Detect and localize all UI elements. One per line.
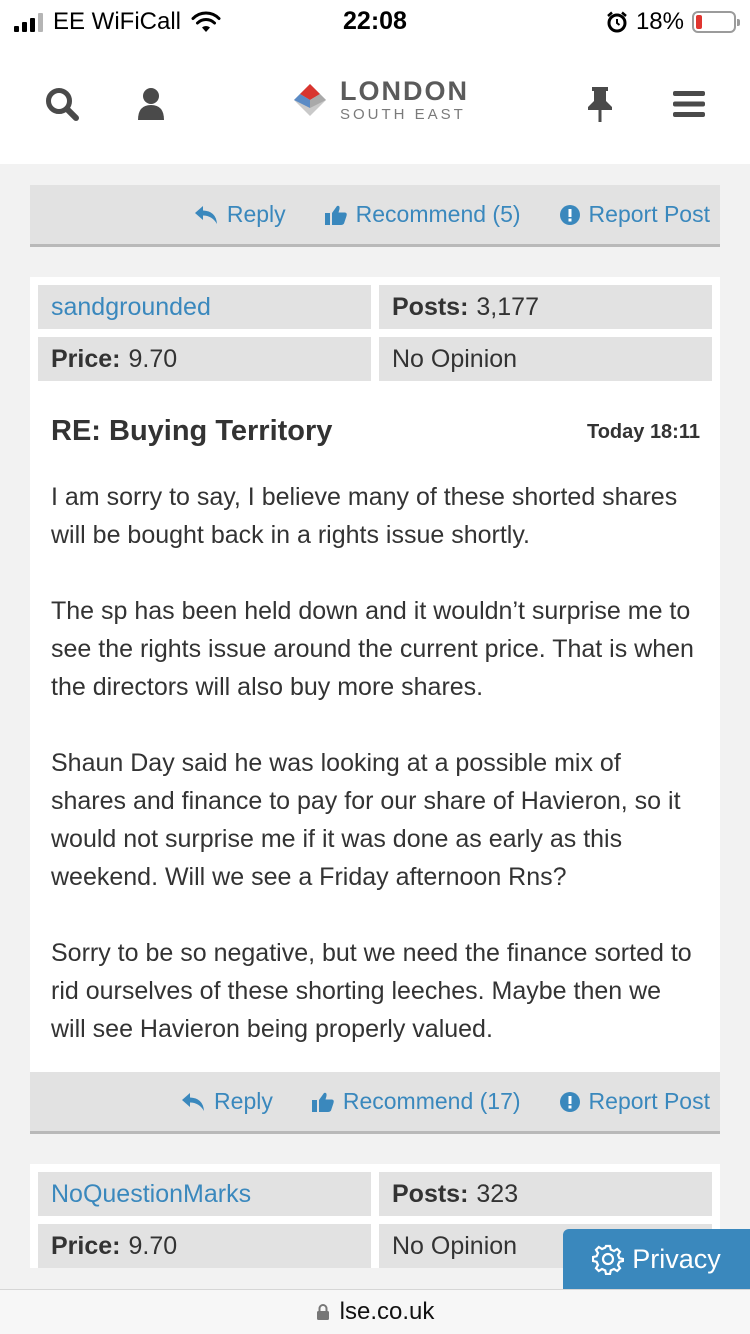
posts-value: 323 [476,1179,519,1208]
posts-label: Posts: [392,292,469,321]
battery-percent: 18% [635,8,684,35]
recommend-label: Recommend (5) [355,201,521,227]
report-post-label: Report Post [588,1088,710,1114]
alert-icon [559,204,580,225]
post-meta: sandgrounded Posts: 3,177 Price: 9.70 No… [38,285,712,381]
post-actions-bar: Reply Recommend (5) Report Post [30,185,720,247]
browser-url-bar[interactable]: lse.co.uk [0,1289,750,1334]
post-body: I am sorry to say, I believe many of the… [38,448,712,1072]
reply-icon [194,205,217,224]
lock-icon [316,1304,329,1320]
recommend-button[interactable]: Recommend (5) [324,201,521,228]
logo-title: LONDON [340,76,469,106]
pin-icon[interactable] [576,80,624,128]
recommend-button[interactable]: Recommend (17) [311,1088,521,1115]
reply-label: Reply [226,201,286,227]
reply-label: Reply [214,1088,273,1114]
post-title: RE: Buying Territory [51,415,333,447]
site-logo[interactable]: LONDON SOUTH EAST [290,78,469,122]
author-link[interactable]: NoQuestionMarks [51,1180,251,1209]
gear-icon [592,1244,625,1275]
posts-value: 3,177 [476,292,539,321]
menu-icon[interactable] [665,80,713,128]
price-value: 9.70 [128,1231,178,1260]
status-right: 18% [606,8,740,36]
url-text: lse.co.uk [339,1298,435,1325]
post-paragraph: I am sorry to say, I believe many of the… [51,483,678,549]
reply-button[interactable]: Reply [180,1088,273,1115]
author-cell: NoQuestionMarks [38,1172,371,1216]
privacy-button[interactable]: Privacy [563,1229,750,1289]
alert-icon [559,1091,580,1112]
privacy-label: Privacy [632,1243,721,1274]
opinion-value: No Opinion [392,1231,518,1260]
post-timestamp: Today 18:11 [586,421,700,443]
post-actions-bar: Reply Recommend (17) Report Post [30,1072,720,1134]
report-post-button[interactable]: Report Post [559,201,710,228]
price-label: Price: [51,344,121,373]
thumbs-up-icon [311,1092,334,1112]
price-label: Price: [51,1231,121,1260]
author-cell: sandgrounded [38,285,371,329]
posts-count-cell: Posts: 323 [379,1172,712,1216]
status-bar: EE WiFiCall 22:08 18% [0,0,750,44]
thread-content: Reply Recommend (5) Report Post sandgrou… [30,164,720,1268]
posts-label: Posts: [392,1179,469,1208]
opinion-value: No Opinion [392,344,518,373]
opinion-cell: No Opinion [379,337,712,381]
price-cell: Price: 9.70 [38,337,371,381]
alarm-icon [607,11,627,33]
reply-button[interactable]: Reply [193,201,286,228]
forum-post: sandgrounded Posts: 3,177 Price: 9.70 No… [30,277,720,1072]
reply-icon [182,1092,205,1111]
post-paragraph: Shaun Day said he was looking at a possi… [51,749,681,891]
report-post-button[interactable]: Report Post [559,1088,710,1115]
battery-icon [692,11,740,33]
site-header: LONDON SOUTH EAST [0,44,750,164]
report-post-label: Report Post [588,201,710,227]
logo-mark-icon [294,84,326,116]
price-value: 9.70 [128,344,178,373]
user-icon[interactable] [127,80,175,128]
recommend-label: Recommend (17) [342,1088,521,1114]
thumbs-up-icon [324,205,347,225]
price-cell: Price: 9.70 [38,1224,371,1268]
logo-subtitle: SOUTH EAST [340,106,466,123]
posts-count-cell: Posts: 3,177 [379,285,712,329]
post-paragraph: The sp has been held down and it wouldn’… [51,597,694,701]
author-link[interactable]: sandgrounded [51,293,211,322]
post-paragraph: Sorry to be so negative, but we need the… [51,939,692,1043]
search-icon[interactable] [38,80,86,128]
post-header: RE: Buying Territory Today 18:11 [38,381,712,448]
